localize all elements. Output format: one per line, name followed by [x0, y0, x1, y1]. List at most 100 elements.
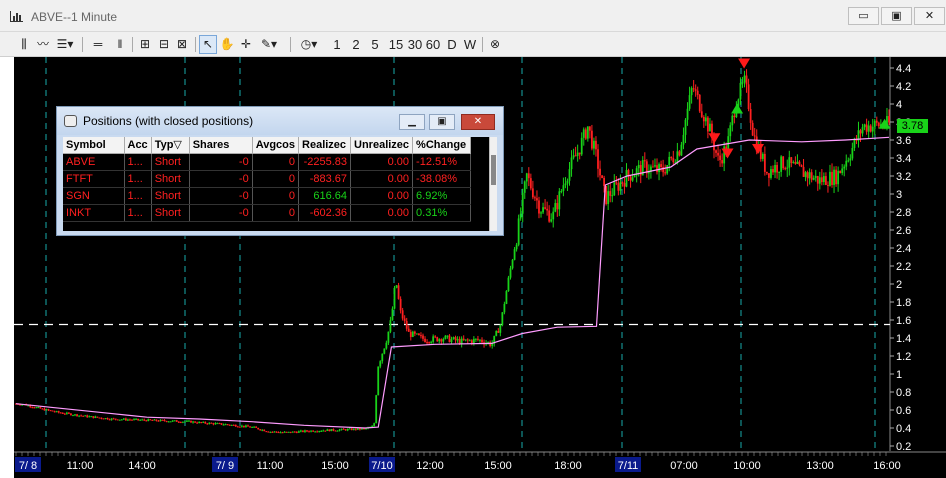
col-avgcost[interactable]: Avgcos: [252, 137, 300, 154]
position-row[interactable]: SGN 1... Short -0 0 616.64 0.00 6.92%: [63, 187, 472, 205]
cell-unrealized: 0.00: [350, 153, 414, 171]
cell-shares: -0: [189, 204, 253, 222]
zoom-out-icon[interactable]: ⊟: [156, 36, 172, 53]
candle-body: [827, 185, 829, 187]
candle-body: [690, 88, 693, 96]
cell-shares: -0: [189, 153, 253, 171]
candle-body: [800, 164, 803, 167]
crosshair-icon[interactable]: ✛: [238, 36, 254, 53]
candle-body: [84, 415, 87, 417]
position-row[interactable]: INKT 1... Short -0 0 -602.36 0.00 0.31%: [63, 204, 472, 222]
candle-body: [163, 420, 166, 422]
zoom-in-icon[interactable]: ⊞: [137, 36, 153, 53]
candle-body: [853, 138, 856, 148]
candle-body: [220, 423, 223, 425]
cell-account: 1...: [124, 204, 152, 222]
col-realized[interactable]: Realizec: [298, 137, 352, 154]
positions-minimize-button[interactable]: ▁: [399, 114, 425, 130]
candle-body: [57, 411, 60, 413]
y-tick-label: 0.2: [896, 441, 911, 453]
candle-body: [243, 425, 245, 427]
cursor-icon[interactable]: ↖: [199, 35, 217, 54]
maximize-button[interactable]: ▣: [881, 7, 912, 25]
candle-body: [859, 130, 862, 134]
candle-body: [281, 432, 284, 434]
candle-body: [432, 336, 435, 342]
cell-avgcost: 0: [252, 170, 300, 188]
candle-body: [279, 432, 282, 434]
candle-body: [586, 126, 589, 139]
period-30-button[interactable]: 30: [406, 36, 424, 53]
candle-body: [96, 416, 99, 418]
candle-body: [127, 419, 129, 421]
period-w-button[interactable]: W: [462, 36, 478, 53]
candle-body: [389, 320, 392, 332]
close-button[interactable]: ✕: [914, 7, 945, 25]
candle-body: [829, 171, 831, 186]
candle-body: [780, 156, 783, 172]
horizontal-line-icon[interactable]: ═: [90, 36, 106, 53]
candle-body: [70, 413, 72, 416]
col-shares[interactable]: Shares: [189, 137, 253, 154]
positions-scrollbar[interactable]: [489, 137, 497, 231]
candle-body: [660, 164, 662, 167]
candle-body: [529, 178, 532, 189]
zoom-fit-icon[interactable]: ⊠: [174, 36, 190, 53]
window-titlebar: ABVE--1 Minute ▭ ▣ ✕: [0, 0, 946, 32]
sell-marker-icon: [738, 58, 751, 69]
hand-pan-icon[interactable]: ✋: [219, 36, 235, 53]
candle-body: [556, 203, 559, 210]
candle-body: [458, 339, 461, 344]
candle-body: [847, 160, 850, 162]
candlestick-icon[interactable]: ⫼: [15, 36, 33, 53]
cell-account: 1...: [124, 187, 152, 205]
candle-body: [560, 190, 563, 192]
position-row[interactable]: ABVE 1... Short -0 0 -2255.83 0.00 -12.51%: [63, 153, 472, 171]
cell-avgcost: 0: [252, 153, 300, 171]
candle-body: [464, 339, 467, 341]
candle-body: [179, 422, 182, 424]
chart-style-dropdown-icon[interactable]: ☰▾: [54, 36, 76, 53]
col-unrealized[interactable]: Unrealizec: [350, 137, 414, 154]
candle-body: [588, 126, 591, 131]
candle-body: [157, 420, 160, 422]
draw-pen-dropdown-icon[interactable]: ✎▾: [257, 36, 281, 53]
position-row[interactable]: FTFT 1... Short -0 0 -883.67 0.00 -38.08%: [63, 170, 472, 188]
candle-body: [548, 210, 551, 222]
candle-body: [375, 395, 378, 424]
candle-body: [344, 429, 347, 431]
candle-body: [617, 183, 620, 191]
line-chart-icon[interactable]: 〰: [34, 36, 52, 53]
candle-body: [749, 108, 752, 123]
positions-titlebar[interactable]: Positions (with closed positions) ▁ ▣ ✕: [57, 107, 503, 135]
col-symbol[interactable]: Symbol: [63, 137, 125, 154]
positions-close-button[interactable]: ✕: [461, 114, 495, 130]
cancel-circle-icon[interactable]: ⊗: [487, 36, 503, 53]
cell-pct-change: -12.51%: [412, 153, 472, 171]
positions-restore-button[interactable]: ▣: [429, 114, 455, 130]
candle-body: [656, 165, 658, 173]
col-type[interactable]: Typ▽: [151, 137, 190, 154]
candle-body: [822, 176, 825, 183]
period-2-button[interactable]: 2: [350, 36, 362, 53]
candle-body: [94, 416, 97, 418]
candle-body: [871, 126, 874, 132]
candle-body: [761, 153, 764, 159]
cell-symbol: ABVE: [63, 153, 125, 171]
candle-body: [405, 321, 408, 329]
candle-body: [129, 419, 131, 421]
period-5-button[interactable]: 5: [369, 36, 381, 53]
positions-window[interactable]: Positions (with closed positions) ▁ ▣ ✕ …: [56, 106, 504, 236]
col-account[interactable]: Acc: [124, 137, 152, 154]
positions-grid: Symbol Acc Typ▽ Shares Avgcos Realizec U…: [63, 137, 497, 231]
minimize-button[interactable]: ▭: [848, 7, 879, 25]
candle-body: [196, 422, 199, 424]
period-d-button[interactable]: D: [446, 36, 458, 53]
period-1-button[interactable]: 1: [331, 36, 343, 53]
period-15-button[interactable]: 15: [387, 36, 405, 53]
cell-symbol: FTFT: [63, 170, 125, 188]
vertical-line-icon[interactable]: ‖: [112, 36, 128, 53]
period-60-button[interactable]: 60: [424, 36, 442, 53]
col-pct-change[interactable]: %Change: [412, 137, 472, 154]
clock-dropdown-icon[interactable]: ◷▾: [297, 36, 321, 53]
